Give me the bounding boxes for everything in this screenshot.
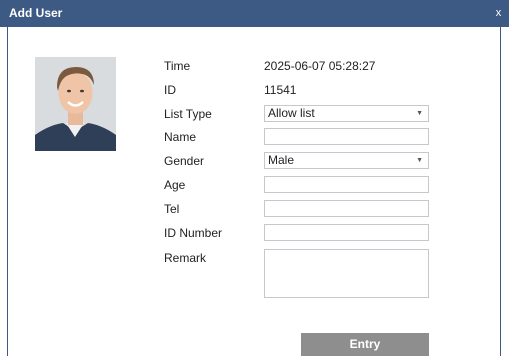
id-number-label: ID Number xyxy=(164,226,223,240)
age-label: Age xyxy=(164,178,186,192)
close-button[interactable]: x xyxy=(492,7,505,20)
name-input[interactable] xyxy=(264,128,429,145)
chevron-down-icon: ▼ xyxy=(416,157,423,164)
remark-textarea[interactable] xyxy=(264,249,429,298)
chevron-down-icon: ▼ xyxy=(416,110,423,117)
id-label: ID xyxy=(164,83,176,97)
user-photo[interactable] xyxy=(35,57,116,151)
time-value: 2025-06-07 05:28:27 xyxy=(264,59,376,73)
list-type-select[interactable]: Allow list ▼ xyxy=(264,105,429,122)
gender-label: Gender xyxy=(164,154,205,168)
remark-label: Remark xyxy=(164,251,207,265)
user-photo-icon xyxy=(35,57,116,151)
time-label: Time xyxy=(164,59,191,73)
gender-select[interactable]: Male ▼ xyxy=(264,152,429,169)
list-type-value: Allow list xyxy=(268,106,315,120)
tel-input[interactable] xyxy=(264,200,429,217)
id-value: 11541 xyxy=(264,83,297,97)
title-bar: Add User x xyxy=(0,0,509,27)
window-title: Add User xyxy=(9,6,63,20)
tel-label: Tel xyxy=(164,202,180,216)
name-label: Name xyxy=(164,130,197,144)
id-number-input[interactable] xyxy=(264,224,429,241)
age-input[interactable] xyxy=(264,176,429,193)
entry-button[interactable]: Entry xyxy=(301,333,429,356)
gender-value: Male xyxy=(268,153,295,167)
list-type-label: List Type xyxy=(164,107,212,121)
